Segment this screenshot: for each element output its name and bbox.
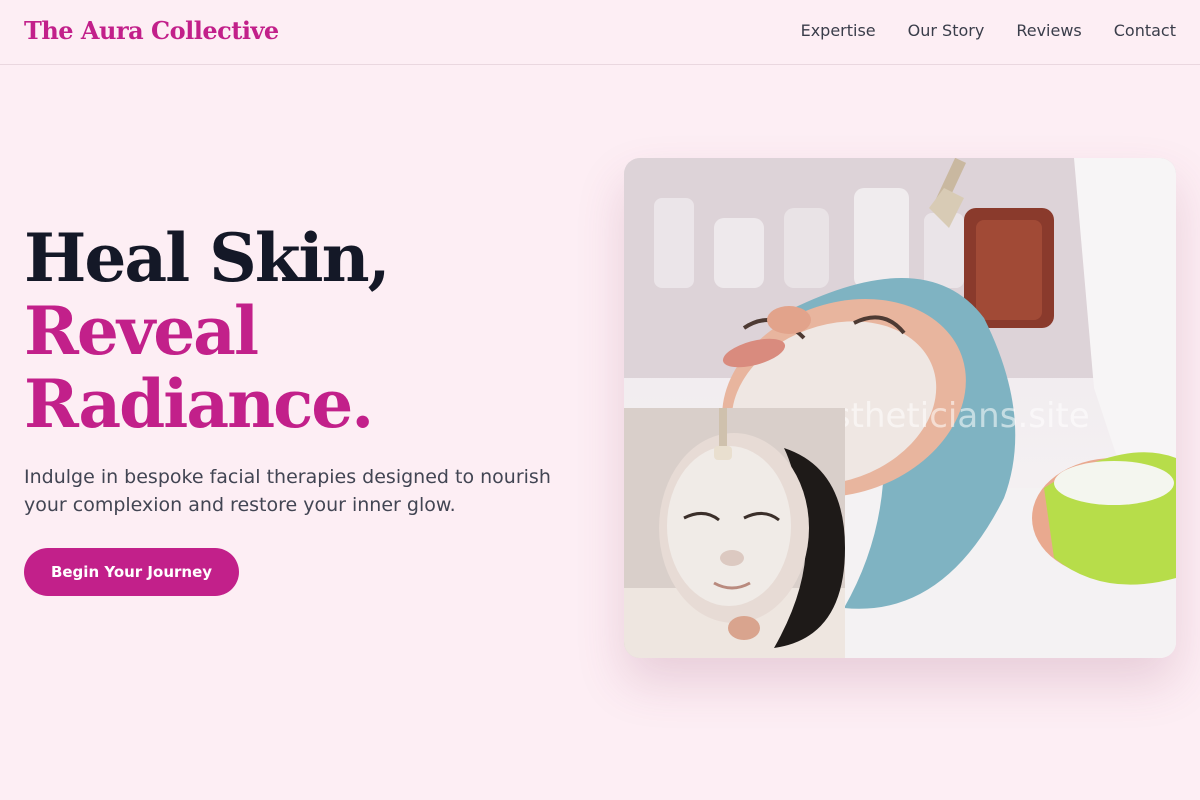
inset-mask-illustration	[624, 408, 845, 658]
headline-line-1: Heal Skin,	[24, 219, 391, 297]
top-navbar: The Aura Collective Expertise Our Story …	[0, 0, 1200, 65]
hero-text: Heal Skin, Reveal Radiance. Indulge in b…	[24, 222, 584, 519]
hero-facial-photo: estheticians.site	[624, 158, 1176, 658]
image-watermark: estheticians.site	[812, 396, 1090, 436]
headline-line-2: Reveal	[24, 292, 259, 370]
hero-subtext: Indulge in bespoke facial therapies desi…	[24, 466, 551, 516]
headline-line-3: Radiance.	[24, 365, 374, 443]
nav-links: Expertise Our Story Reviews Contact	[801, 21, 1176, 40]
nav-link-expertise[interactable]: Expertise	[801, 21, 876, 40]
nav-link-contact[interactable]: Contact	[1114, 21, 1176, 40]
begin-journey-button[interactable]: Begin Your Journey	[24, 548, 239, 596]
brand-logo[interactable]: The Aura Collective	[24, 16, 279, 45]
inset-facial-photo	[624, 408, 845, 658]
nav-link-our-story[interactable]: Our Story	[908, 21, 985, 40]
nav-link-reviews[interactable]: Reviews	[1016, 21, 1081, 40]
hero-headline: Heal Skin, Reveal Radiance.	[24, 222, 584, 441]
